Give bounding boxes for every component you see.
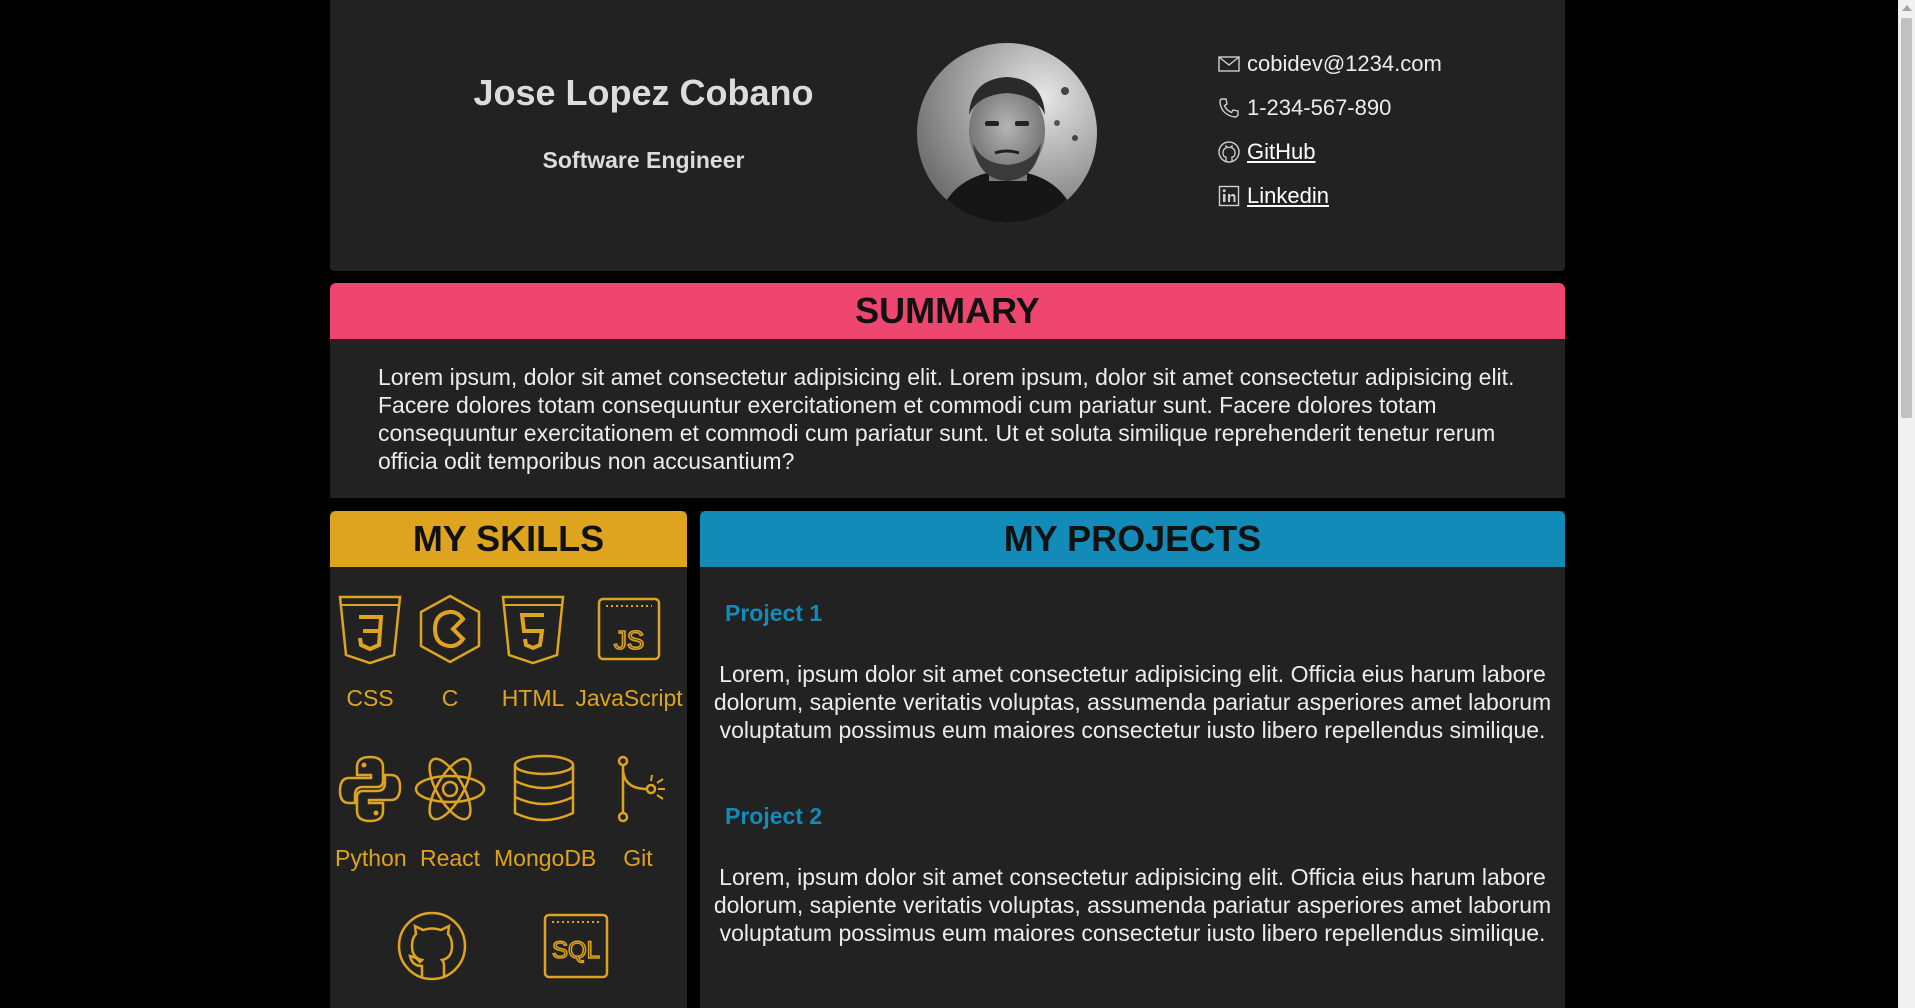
linkedin-icon <box>1217 184 1241 208</box>
skill-label: Python <box>335 845 407 871</box>
svg-text:JS: JS <box>614 625 644 655</box>
skill-label: JavaScript <box>575 685 683 711</box>
skill-html: HTML <box>494 593 572 712</box>
projects-heading: MY PROJECTS <box>700 511 1565 567</box>
contact-github: GitHub <box>1217 138 1442 166</box>
contact-email: cobidev@1234.com <box>1217 50 1442 78</box>
skill-label: HTML <box>501 685 565 711</box>
skill-react: React <box>410 753 490 872</box>
skill-label: Git <box>623 845 653 871</box>
summary-heading: SUMMARY <box>330 283 1565 339</box>
email-text: cobidev@1234.com <box>1247 51 1442 76</box>
vertical-scrollbar[interactable] <box>1898 0 1915 1008</box>
resume-page: Jose Lopez Cobano Software Engineer cobi… <box>330 0 1565 1008</box>
c-icon <box>419 594 481 664</box>
avatar-photo <box>917 43 1097 223</box>
html5-icon <box>501 595 565 665</box>
avatar <box>917 43 1097 223</box>
profile-name: Jose Lopez Cobano <box>473 72 814 113</box>
linkedin-link[interactable]: Linkedin <box>1247 183 1329 209</box>
skills-heading: MY SKILLS <box>330 511 687 567</box>
skills-panel: MY SKILLS CSS C HTML JS JavaScript Pytho… <box>330 511 687 1008</box>
python-icon <box>338 755 402 823</box>
skill-c: C <box>417 593 483 712</box>
scrollbar-thumb[interactable] <box>1901 18 1912 418</box>
envelope-icon <box>1217 52 1241 76</box>
github-icon <box>397 911 467 981</box>
summary-text: Lorem ipsum, dolor sit amet consectetur … <box>330 339 1565 498</box>
skill-github <box>394 910 470 1002</box>
scroll-up-arrow-icon[interactable] <box>1902 5 1912 11</box>
sql-icon: SQL <box>543 913 609 979</box>
svg-text:SQL: SQL <box>552 937 600 964</box>
css3-icon <box>338 595 402 665</box>
project-title: Project 1 <box>725 600 823 626</box>
skill-python: Python <box>335 753 407 872</box>
skill-javascript: JS JavaScript <box>573 593 685 712</box>
skill-mongodb: MongoDB <box>494 753 597 872</box>
phone-icon <box>1217 96 1241 120</box>
react-icon <box>414 757 486 821</box>
skill-label: React <box>419 845 481 871</box>
skill-label: MongoDB <box>494 845 597 871</box>
github-icon <box>1217 140 1241 164</box>
skill-label: CSS <box>346 685 394 711</box>
javascript-icon: JS <box>597 597 661 661</box>
contact-list: cobidev@1234.com 1-234-567-890 GitHub Li… <box>1217 50 1442 226</box>
skill-git: Git <box>598 753 678 872</box>
projects-panel: MY PROJECTS Project 1 Lorem, ipsum dolor… <box>700 511 1565 1008</box>
project-title: Project 2 <box>725 803 823 829</box>
skill-css: CSS <box>337 593 403 712</box>
profile-role: Software Engineer <box>542 147 745 173</box>
contact-linkedin: Linkedin <box>1217 182 1442 210</box>
database-icon <box>513 754 575 822</box>
git-icon <box>617 755 665 823</box>
project-description: Lorem, ipsum dolor sit amet consectetur … <box>713 864 1552 946</box>
skill-label: C <box>441 685 459 711</box>
skill-sql: SQL <box>540 910 612 1002</box>
phone-text: 1-234-567-890 <box>1247 95 1392 120</box>
contact-phone: 1-234-567-890 <box>1217 94 1442 122</box>
profile-header: Jose Lopez Cobano Software Engineer cobi… <box>330 0 1565 271</box>
project-description: Lorem, ipsum dolor sit amet consectetur … <box>713 661 1552 743</box>
github-link[interactable]: GitHub <box>1247 139 1315 165</box>
